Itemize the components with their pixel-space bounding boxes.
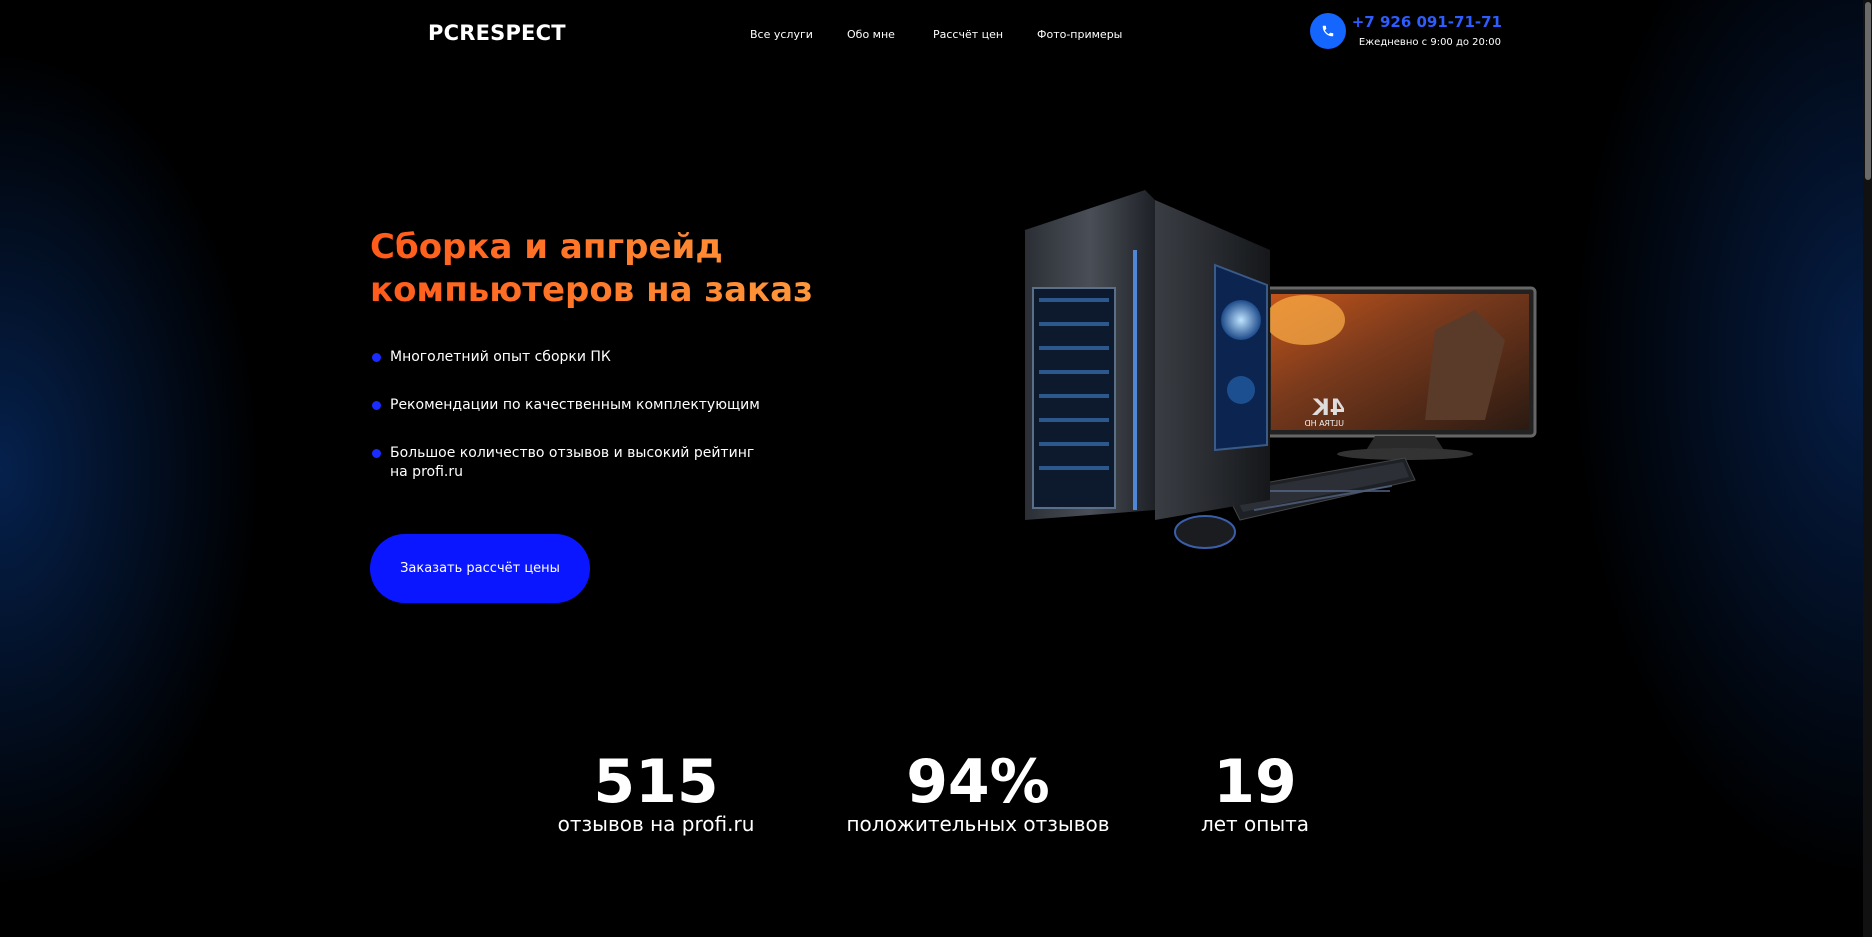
page: PCRESPECT Все услуги Обо мне Рассчёт цен…	[0, 0, 1872, 937]
nav-item-all-services[interactable]: Все услуги	[750, 28, 813, 41]
feature-item: Многолетний опыт сборки ПК	[372, 348, 790, 367]
mouse	[1174, 515, 1236, 549]
hero-title-line-2: компьютеров на заказ	[370, 270, 813, 310]
stat-label: лет опыта	[1200, 812, 1310, 836]
feature-text: Рекомендации по качественным комплектующ…	[390, 397, 760, 413]
hero-title: Сборка и апгрейд компьютеров на заказ	[370, 226, 890, 312]
monitor-badge-4k: 4K	[1312, 396, 1345, 421]
site-logo[interactable]: PCRESPECT	[428, 21, 566, 45]
feature-text: Многолетний опыт сборки ПК	[390, 349, 611, 365]
bullet-dot-icon	[372, 449, 381, 458]
stat-reviews: 515 отзывов на profi.ru	[558, 746, 755, 836]
stat-years-experience: 19 лет опыта	[1201, 746, 1309, 836]
feature-item: Рекомендации по качественным комплектующ…	[372, 396, 790, 415]
scrollbar-thumb[interactable]	[1865, 2, 1871, 180]
nav-item-price-calc[interactable]: Рассчёт цен	[933, 28, 1003, 41]
page-scrollbar[interactable]	[1863, 0, 1872, 937]
feature-text: Большое количество отзывов и высокий рей…	[390, 445, 755, 480]
stat-positive-reviews: 94% положительных отзывов	[846, 746, 1109, 836]
feature-item: Большое количество отзывов и высокий рей…	[372, 444, 760, 482]
stat-label: положительных отзывов	[846, 812, 1110, 836]
pc-setup-illustration: 4K ULTRA HD	[1025, 190, 1537, 549]
stat-value: 515	[593, 747, 719, 817]
pc-tower	[1025, 190, 1270, 520]
nav-item-about[interactable]: Обо мне	[847, 28, 895, 41]
stat-label: отзывов на profi.ru	[557, 812, 755, 836]
hero-title-line-1: Сборка и апгрейд	[370, 227, 723, 267]
phone-number-link[interactable]: +7 926 091-71-71	[1352, 13, 1502, 31]
phone-call-button[interactable]	[1310, 13, 1346, 49]
bullet-dot-icon	[372, 401, 381, 410]
order-price-calc-button[interactable]: Заказать рассчёт цены	[370, 534, 590, 603]
stat-value: 94%	[906, 747, 1050, 817]
phone-icon	[1322, 25, 1334, 37]
stat-value: 19	[1213, 747, 1297, 817]
feature-list: Многолетний опыт сборки ПК Рекомендации …	[372, 348, 790, 482]
monitor-badge-uhd: ULTRA HD	[1304, 419, 1344, 428]
working-hours: Ежедневно с 9:00 до 20:00	[1358, 37, 1501, 48]
bullet-dot-icon	[372, 353, 381, 362]
nav-item-photo-examples[interactable]: Фото-примеры	[1037, 28, 1122, 41]
monitor: 4K ULTRA HD	[1263, 286, 1537, 460]
